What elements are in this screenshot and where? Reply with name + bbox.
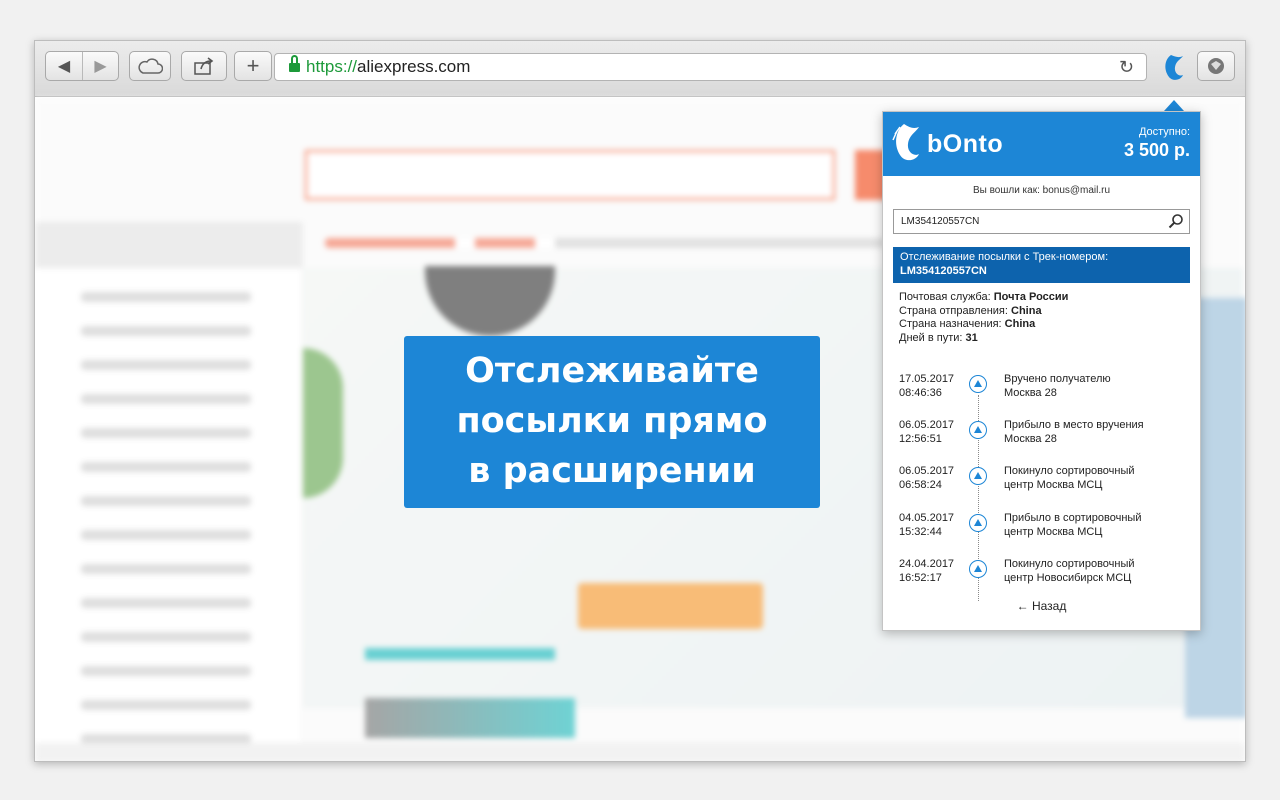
- promo-banner: Отслеживайте посылки прямо в расширении: [404, 336, 820, 508]
- back-link[interactable]: ← Назад: [883, 599, 1200, 613]
- share-button[interactable]: [181, 51, 227, 81]
- event-date: 06.05.2017: [899, 465, 955, 477]
- destination-value: China: [1004, 318, 1036, 330]
- arrow-up-icon: [969, 560, 987, 578]
- event-status: Вручено получателю: [1004, 373, 1111, 385]
- event-place: Москва 28: [1004, 432, 1057, 445]
- brand-name: bOnto: [927, 129, 1004, 158]
- promo-line-3: в расширении: [468, 451, 756, 491]
- arrow-up-icon: [969, 467, 987, 485]
- event-time: 08:46:36: [899, 386, 942, 399]
- arrow-up-icon: [969, 514, 987, 532]
- brand-logo: bOnto: [891, 122, 1003, 166]
- days-value: 31: [965, 331, 978, 344]
- browser-menu-button[interactable]: [1197, 51, 1235, 81]
- address-bar[interactable]: https:// aliexpress.com ↻: [274, 53, 1147, 81]
- back-button[interactable]: ◀: [46, 52, 82, 80]
- banner-product-2: [365, 648, 555, 660]
- tracking-title: Отслеживание посылки с Трек-номером:: [900, 251, 1109, 263]
- tracking-event: 24.04.2017 16:52:17 Покинуло сортировочны…: [883, 558, 1200, 604]
- event-place: центр Новосибирск МСЦ: [1004, 571, 1132, 584]
- tracking-header: Отслеживание посылки с Трек-номером: LM3…: [893, 247, 1190, 283]
- parcel-info: Почтовая служба: Почта России Страна отп…: [899, 291, 1068, 345]
- arrow-right-icon: ▶: [94, 58, 107, 75]
- search-icon[interactable]: [1168, 213, 1184, 229]
- event-date: 04.05.2017: [899, 512, 955, 524]
- banner-decor: [303, 348, 343, 498]
- icloud-tabs-button[interactable]: [129, 51, 171, 81]
- tracking-event: 17.05.2017 08:46:36 Вручено получателю Мос…: [883, 373, 1200, 419]
- balance-value: 3 500 р.: [1123, 140, 1190, 160]
- event-time: 15:32:44: [899, 525, 942, 538]
- new-tab-button[interactable]: +: [234, 51, 272, 81]
- balance: Доступно: 3 500 р.: [1124, 126, 1190, 161]
- extension-popup: bOnto Доступно: 3 500 р. Вы вошли как: b…: [882, 111, 1201, 631]
- event-status: Прибыло в место вручения: [1004, 419, 1144, 431]
- url-host: aliexpress.com: [357, 57, 471, 76]
- lock-icon: [289, 55, 300, 73]
- event-status: Покинуло сортировочный: [1004, 465, 1135, 477]
- tracking-number: LM354120557CN: [900, 265, 987, 277]
- store-logo: [75, 142, 265, 186]
- event-status: Прибыло в сортировочный: [1004, 512, 1142, 524]
- reload-icon[interactable]: ↻: [1119, 57, 1134, 78]
- postal-service-label: Почтовая служба:: [899, 291, 991, 303]
- event-place: центр Москва МСЦ: [1004, 478, 1103, 491]
- promo-line-2: посылки прямо: [456, 401, 768, 441]
- days-label: Дней в пути:: [899, 331, 963, 344]
- url-scheme: https://: [306, 57, 358, 76]
- bonto-logo-icon: [892, 124, 919, 161]
- tracking-search-input[interactable]: LM354120557CN: [893, 209, 1190, 234]
- banner-cta: [578, 583, 763, 629]
- event-status: Покинуло сортировочный: [1004, 558, 1135, 570]
- destination-label: Страна назначения:: [899, 318, 1002, 330]
- balance-label: Доступно:: [1138, 126, 1190, 138]
- popup-header: bOnto Доступно: 3 500 р.: [883, 112, 1200, 176]
- store-menu: [325, 238, 885, 248]
- event-date: 24.04.2017: [899, 558, 955, 570]
- cloud-icon: [138, 58, 163, 74]
- category-list: [35, 222, 303, 761]
- promo-line-1: Отслеживайте: [465, 351, 759, 391]
- arrow-left-icon: ◀: [57, 58, 71, 75]
- origin-label: Страна отправления:: [899, 304, 1008, 317]
- origin-value: China: [1011, 304, 1042, 317]
- event-time: 06:58:24: [899, 478, 942, 491]
- bonto-extension-icon[interactable]: [1161, 53, 1187, 83]
- arrow-up-icon: [969, 375, 987, 393]
- tracking-search-value: LM354120557CN: [901, 216, 980, 227]
- store-footer: [35, 743, 1245, 761]
- event-place: Москва 28: [1004, 386, 1057, 399]
- banner-product-3: [365, 698, 575, 738]
- share-icon: [194, 57, 214, 75]
- event-date: 06.05.2017: [899, 419, 955, 431]
- event-time: 16:52:17: [899, 571, 942, 584]
- tracking-event: 04.05.2017 15:32:44 Прибыло в сортировочн…: [883, 512, 1200, 558]
- tracking-event: 06.05.2017 06:58:24 Покинуло сортировочны…: [883, 465, 1200, 511]
- event-place: центр Москва МСЦ: [1004, 525, 1103, 538]
- plus-icon: +: [246, 53, 260, 78]
- nav-buttons: ◀ ▶: [45, 51, 119, 81]
- shield-icon: [1208, 58, 1224, 74]
- logged-in-text: Вы вошли как: bonus@mail.ru: [972, 185, 1111, 196]
- event-date: 17.05.2017: [899, 373, 955, 385]
- browser-toolbar: ◀ ▶ + https:// aliexpress.com ↻: [35, 41, 1245, 97]
- forward-button[interactable]: ▶: [81, 52, 118, 80]
- popup-arrow: [1164, 100, 1184, 111]
- store-search: [305, 150, 835, 200]
- postal-service-value: Почта России: [993, 291, 1069, 303]
- arrow-up-icon: [969, 421, 987, 439]
- event-time: 12:56:51: [899, 432, 942, 445]
- tracking-event: 06.05.2017 12:56:51 Прибыло в место вруче…: [883, 419, 1200, 465]
